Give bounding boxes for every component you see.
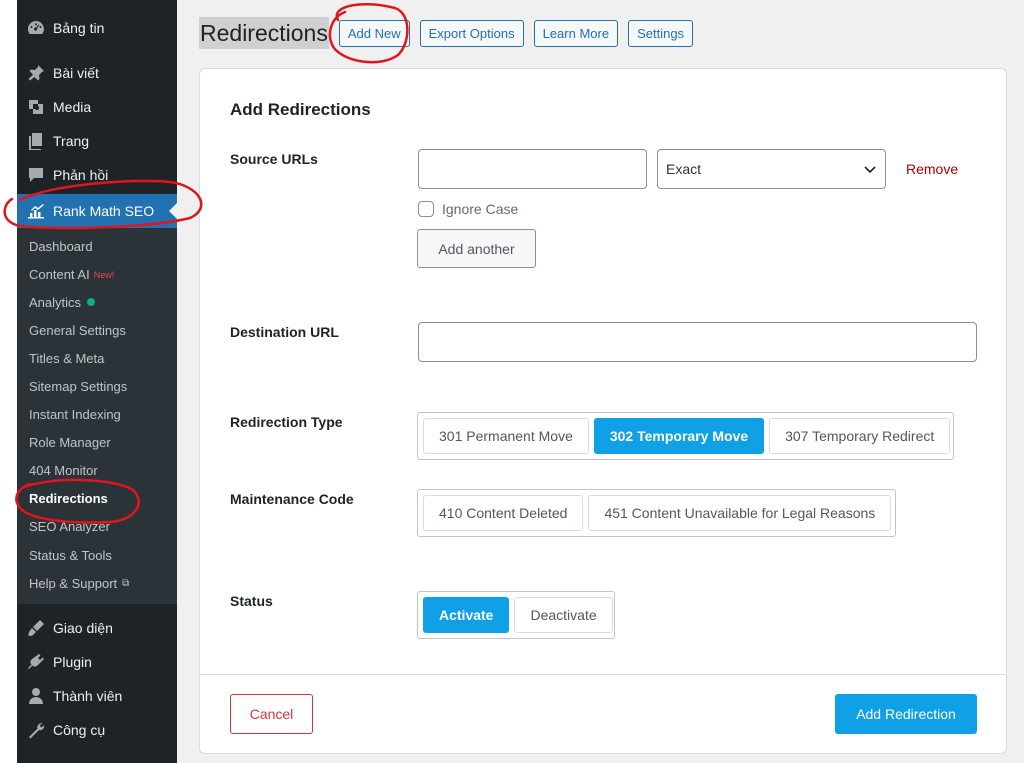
menu-label: Bài viết xyxy=(53,65,99,81)
match-type-select[interactable]: Exact xyxy=(657,149,886,189)
menu-label: Trang xyxy=(53,133,90,149)
submenu-analytics[interactable]: Analytics xyxy=(17,288,177,316)
menu-item-comments[interactable]: Phản hồi xyxy=(17,158,177,192)
submenu-label: 404 Monitor xyxy=(29,463,98,479)
submenu-label: Role Manager xyxy=(29,435,111,451)
admin-sidebar: Bảng tin Bài viết Media Trang Phản hồi R… xyxy=(17,0,177,763)
add-another-button[interactable]: Add another xyxy=(417,229,536,268)
page-title: Redirections xyxy=(199,17,329,49)
menu-label: Bảng tin xyxy=(53,20,105,36)
menu-item-dashboard[interactable]: Bảng tin xyxy=(17,11,177,45)
source-urls-label: Source URLs xyxy=(230,151,318,167)
menu-item-tools[interactable]: Công cụ xyxy=(17,713,177,747)
submenu-label: General Settings xyxy=(29,322,126,338)
tools-icon xyxy=(17,720,53,740)
submenu-label: Content AI xyxy=(29,266,90,282)
cancel-button[interactable]: Cancel xyxy=(230,694,313,734)
menu-item-rank-math-seo[interactable]: Rank Math SEO xyxy=(17,194,177,228)
submenu-label: SEO Analyzer xyxy=(29,519,110,535)
add-redirection-button[interactable]: Add Redirection xyxy=(835,694,977,734)
redirection-type-label: Redirection Type xyxy=(230,414,343,430)
menu-item-posts[interactable]: Bài viết xyxy=(17,56,177,90)
maintenance-code-label: Maintenance Code xyxy=(230,491,354,507)
submenu-titles-meta[interactable]: Titles & Meta xyxy=(17,344,177,372)
menu-label: Giao diện xyxy=(53,620,113,637)
appearance-icon xyxy=(17,618,53,638)
learn-more-button[interactable]: Learn More xyxy=(533,19,619,47)
code-410-button[interactable]: 410 Content Deleted xyxy=(423,495,584,531)
left-gutter xyxy=(0,0,17,763)
menu-label: Phản hồi xyxy=(53,167,109,183)
deactivate-button[interactable]: Deactivate xyxy=(514,597,613,633)
add-new-button[interactable]: Add New xyxy=(338,19,410,47)
status-group: Activate Deactivate xyxy=(417,591,615,639)
submenu-label: Status & Tools xyxy=(29,547,112,563)
submenu-sitemap-settings[interactable]: Sitemap Settings xyxy=(17,372,177,400)
menu-item-pages[interactable]: Trang xyxy=(17,124,177,158)
ignore-case-checkbox[interactable] xyxy=(418,201,434,217)
pin-icon xyxy=(17,63,53,83)
menu-item-media[interactable]: Media xyxy=(17,90,177,124)
submenu-404-monitor[interactable]: 404 Monitor xyxy=(17,457,177,485)
menu-label: Công cụ xyxy=(53,722,106,739)
submenu-role-manager[interactable]: Role Manager xyxy=(17,429,177,457)
add-redirection-card: Add Redirections Source URLs Exact Remov… xyxy=(199,68,1007,754)
status-label: Status xyxy=(230,593,273,609)
activate-button[interactable]: Activate xyxy=(423,597,510,633)
ignore-case-row[interactable]: Ignore Case xyxy=(418,201,518,217)
menu-label: Thành viên xyxy=(53,688,123,705)
submenu-label: Help & Support xyxy=(29,575,118,591)
pages-icon xyxy=(17,131,53,151)
status-dot-icon xyxy=(87,298,96,307)
menu-item-plugins[interactable]: Plugin xyxy=(17,645,177,679)
type-307-button[interactable]: 307 Temporary Redirect xyxy=(769,418,951,454)
destination-url-input[interactable] xyxy=(418,322,977,362)
menu-item-users[interactable]: Thành viên xyxy=(17,679,177,713)
remove-link[interactable]: Remove xyxy=(906,161,958,177)
submenu-seo-analyzer[interactable]: SEO Analyzer xyxy=(17,513,177,541)
menu-label: Media xyxy=(53,99,92,115)
source-url-input[interactable] xyxy=(418,149,647,189)
submenu-label: Analytics xyxy=(29,294,82,310)
code-451-button[interactable]: 451 Content Unavailable for Legal Reason… xyxy=(588,495,892,531)
submenu-redirections[interactable]: Redirections xyxy=(17,485,177,513)
menu-item-appearance[interactable]: Giao diện xyxy=(17,611,177,645)
card-footer-divider xyxy=(200,674,1006,675)
new-badge: New! xyxy=(93,270,115,281)
menu-label: Rank Math SEO xyxy=(53,203,155,219)
submenu-instant-indexing[interactable]: Instant Indexing xyxy=(17,401,177,429)
plugin-icon xyxy=(17,652,53,672)
settings-button[interactable]: Settings xyxy=(628,19,694,47)
submenu-general-settings[interactable]: General Settings xyxy=(17,316,177,344)
users-icon xyxy=(17,686,53,706)
media-icon xyxy=(17,97,53,117)
match-type-value: Exact xyxy=(666,161,702,177)
comments-icon xyxy=(17,165,53,185)
submenu-label: Instant Indexing xyxy=(29,407,121,423)
submenu-content-ai[interactable]: Content AI New! xyxy=(17,260,177,288)
submenu-status-tools[interactable]: Status & Tools xyxy=(17,541,177,569)
type-302-button[interactable]: 302 Temporary Move xyxy=(593,418,765,454)
export-options-button[interactable]: Export Options xyxy=(419,19,524,47)
submenu-label: Redirections xyxy=(29,491,108,507)
form-heading: Add Redirections xyxy=(230,100,371,119)
chevron-down-icon xyxy=(864,166,876,174)
submenu-dashboard[interactable]: Dashboard xyxy=(17,232,177,260)
external-link-icon: ⧉ xyxy=(122,577,130,589)
rank-math-submenu: Dashboard Content AI New! Analytics Gener… xyxy=(17,228,177,605)
type-301-button[interactable]: 301 Permanent Move xyxy=(423,418,589,454)
page-header: Redirections Add New Export Options Lear… xyxy=(199,17,703,49)
redirection-type-group: 301 Permanent Move 302 Temporary Move 30… xyxy=(417,412,954,460)
rank-math-icon xyxy=(17,201,53,221)
menu-label: Plugin xyxy=(53,654,92,671)
submenu-label: Dashboard xyxy=(29,238,93,254)
destination-url-label: Destination URL xyxy=(230,324,339,340)
dashboard-icon xyxy=(17,18,53,38)
submenu-label: Sitemap Settings xyxy=(29,379,128,395)
submenu-label: Titles & Meta xyxy=(29,350,105,366)
submenu-help-support[interactable]: Help & Support ⧉ xyxy=(17,569,177,597)
maintenance-code-group: 410 Content Deleted 451 Content Unavaila… xyxy=(417,489,896,537)
ignore-case-label: Ignore Case xyxy=(442,201,519,217)
